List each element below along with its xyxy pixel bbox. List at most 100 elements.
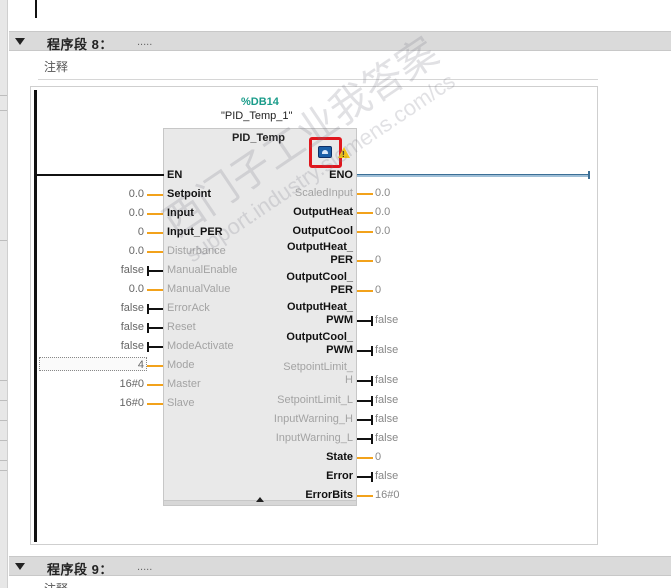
network-9-dots[interactable]: ..... [137,561,152,573]
network-8-dots[interactable]: ..... [137,36,152,48]
output-value-outputcool[interactable]: 0.0 [375,225,390,237]
output-pin-label: OutputHeat_ [287,241,353,253]
output-wire [357,260,373,262]
output-value-errorbits[interactable]: 16#0 [375,489,399,501]
output-value-inputwarning-h[interactable]: false [375,413,398,425]
output-wire [357,415,373,425]
input-value-input_per[interactable]: 0 [138,226,144,238]
input-wire [147,266,163,276]
output-pin-state: State [326,451,353,464]
input-pin-modeactivate: ModeActivate [167,340,234,352]
output-wire [357,212,373,214]
input-value-reset[interactable]: false [121,321,144,333]
input-value-modeactivate[interactable]: false [121,340,144,352]
input-wire [147,194,163,196]
output-wire [357,231,373,233]
output-pin-outputcool: OutputCool [293,225,353,238]
output-pin-inputwarning-l: InputWarning_L [276,432,353,445]
input-value-manualvalue[interactable]: 0.0 [129,283,144,295]
output-wire [357,290,373,292]
output-pin-label: InputWarning_L [275,432,353,444]
input-value-master[interactable]: 16#0 [120,378,144,390]
warning-mark: ! [342,150,345,159]
input-value-input[interactable]: 0.0 [129,207,144,219]
output-pin-label: OutputCool [292,225,353,237]
output-wire [357,495,373,497]
output-pin-error: Error [326,470,353,483]
output-value-outputcool-per[interactable]: 0 [375,284,381,296]
input-wire [147,213,163,215]
expand-block-icon[interactable] [256,497,264,502]
output-pin-label: SetpointLimit_L [277,394,353,406]
output-pin-errorbits: ErrorBits [305,489,353,502]
output-wire [357,346,373,356]
input-pin-manualenable: ManualEnable [167,264,238,276]
output-value-state[interactable]: 0 [375,451,381,463]
output-pin-label: Error [326,470,353,482]
input-pin-input_per: Input_PER [167,226,223,238]
output-pin-label-2: PER [330,254,353,266]
mode-input-field[interactable] [39,357,147,371]
input-pin-manualvalue: ManualValue [167,283,231,295]
input-value-manualenable[interactable]: false [121,264,144,276]
input-pin-master: Master [167,378,201,390]
output-value-outputheat-per[interactable]: 0 [375,254,381,266]
pin-eno: ENO [329,169,353,181]
block-type-title: PID_Temp [232,132,285,144]
output-pin-outputheat-per: OutputHeat_ PER [287,241,353,267]
output-pin-label: SetpointLimit_ [283,361,353,373]
power-rail [34,90,37,542]
output-value-setpointlimit-h[interactable]: false [375,374,398,386]
input-wire [147,251,163,253]
output-value-scaledinput[interactable]: 0.0 [375,187,390,199]
pin-en: EN [167,169,183,181]
output-pin-label: OutputCool_ [286,331,353,343]
output-pin-label-2: PER [330,284,353,296]
input-pin-mode: Mode [167,359,195,371]
output-pin-label-2: H [345,374,353,386]
collapse-arrow-icon[interactable] [15,563,25,570]
input-wire [147,304,163,314]
output-pin-outputcool-per: OutputCool_ PER [286,271,353,297]
network-8-header[interactable]: 程序段 8： ..... [9,31,671,52]
output-pin-setpointlimit-l: SetpointLimit_L [277,394,353,407]
network-8-comment[interactable]: 注释 [44,58,68,75]
input-value-slave[interactable]: 16#0 [120,397,144,409]
output-value-setpointlimit-l[interactable]: false [375,394,398,406]
output-wire [357,396,373,406]
output-value-error[interactable]: false [375,470,398,482]
input-wire [147,384,163,386]
input-value-errorack[interactable]: false [121,302,144,314]
output-wire [357,316,373,326]
network-9-header[interactable]: 程序段 9： ..... [9,556,671,577]
output-value-outputheat[interactable]: 0.0 [375,206,390,218]
input-value-setpoint[interactable]: 0.0 [129,188,144,200]
input-pin-errorack: ErrorAck [167,302,210,314]
output-wire [357,457,373,459]
input-wire [147,342,163,352]
output-value-outputheat-pwm[interactable]: false [375,314,398,326]
network-9-comment[interactable]: 注释 [44,580,68,588]
input-pin-slave: Slave [167,397,195,409]
output-pin-setpointlimit-h: SetpointLimit_ H [283,361,353,387]
power-rail-previous [35,0,37,18]
output-value-outputcool-pwm[interactable]: false [375,344,398,356]
output-value-inputwarning-l[interactable]: false [375,432,398,444]
output-pin-scaledinput: ScaledInput [295,187,353,200]
instance-db-number[interactable]: %DB14 [241,96,279,108]
output-pin-label-2: PWM [326,314,353,326]
output-pin-outputheat-pwm: OutputHeat_ PWM [287,301,353,327]
output-wire [357,376,373,386]
pid-config-icon[interactable] [318,146,332,158]
input-value-disturbance[interactable]: 0.0 [129,245,144,257]
output-wire [357,193,373,195]
instance-db-name[interactable]: "PID_Temp_1" [221,110,292,122]
input-value-mode[interactable]: 4 [138,359,144,371]
input-wire [147,232,163,234]
eno-wire [357,174,590,177]
input-pin-disturbance: Disturbance [167,245,226,257]
output-pin-outputheat: OutputHeat [293,206,353,219]
comment-divider [38,79,598,80]
en-wire [37,174,164,176]
collapse-arrow-icon[interactable] [15,38,25,45]
